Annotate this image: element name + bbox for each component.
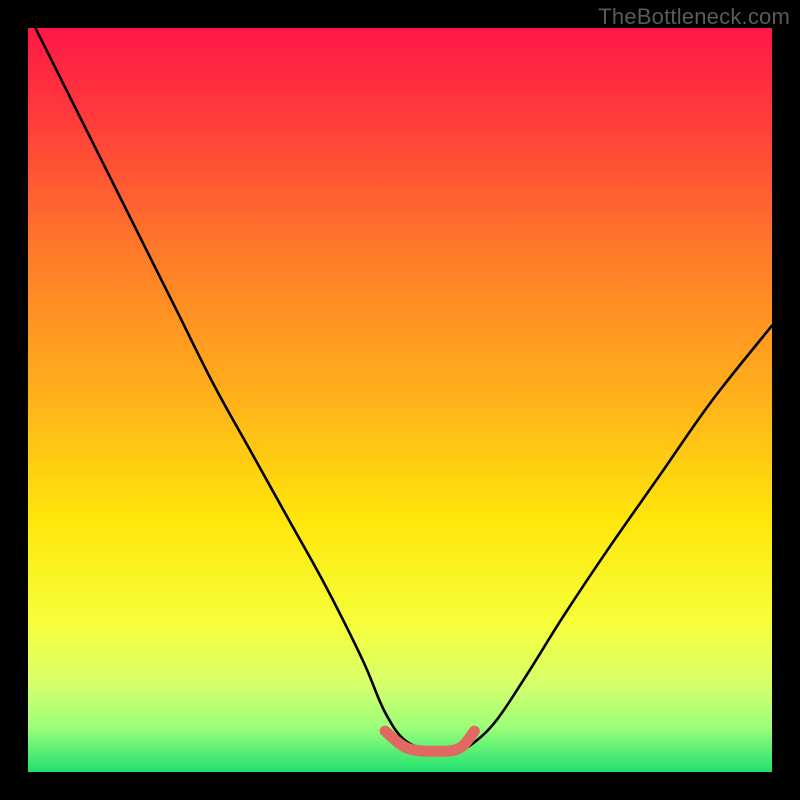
plot-area	[28, 28, 772, 772]
chart-frame: TheBottleneck.com	[0, 0, 800, 800]
watermark-text: TheBottleneck.com	[598, 4, 790, 30]
gradient-background	[28, 28, 772, 772]
chart-svg	[28, 28, 772, 772]
